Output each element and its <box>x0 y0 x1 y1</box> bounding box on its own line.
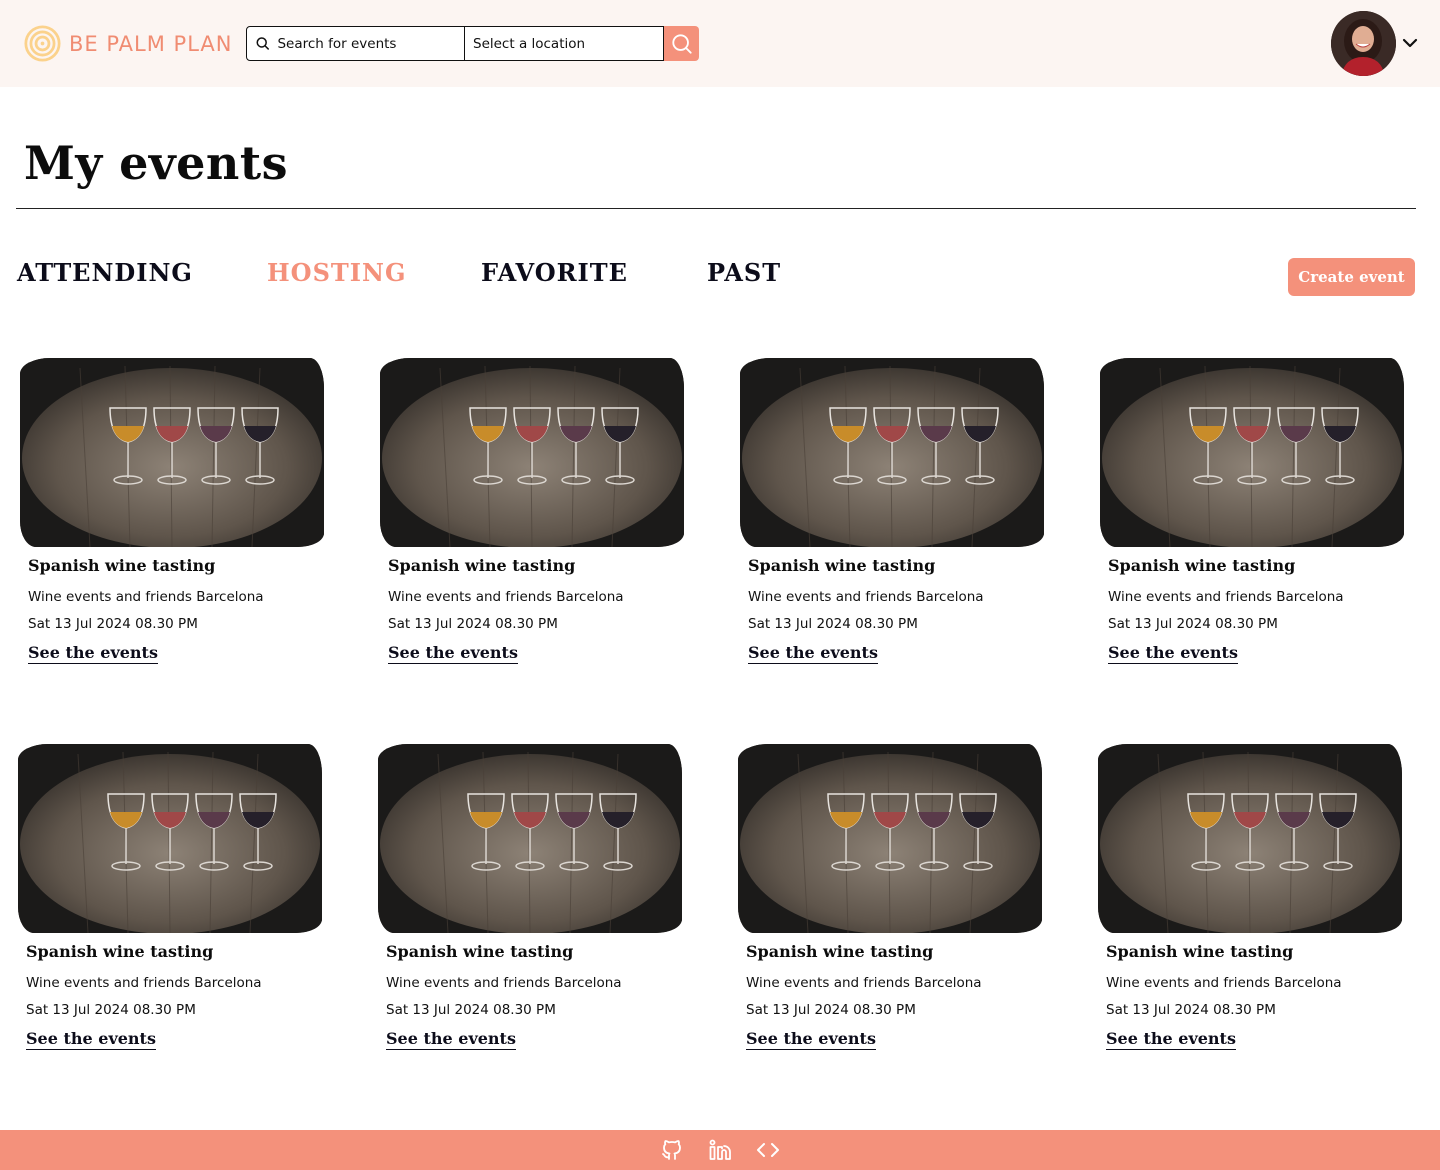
spiral-logo-icon <box>24 25 61 62</box>
event-title: Spanish wine tasting <box>388 556 576 575</box>
github-icon[interactable] <box>660 1138 684 1162</box>
event-card: Spanish wine tasting Wine events and fri… <box>20 358 330 664</box>
event-image[interactable] <box>740 358 1044 547</box>
wine-glasses-image <box>378 744 682 933</box>
wine-glasses-image <box>20 358 324 547</box>
tab-attending[interactable]: ATTENDING <box>17 258 193 287</box>
logo[interactable]: BE PALM PLAN <box>24 25 232 62</box>
event-title: Spanish wine tasting <box>748 556 936 575</box>
event-image[interactable] <box>1100 358 1404 547</box>
event-organizer: Wine events and friends Barcelona <box>1108 589 1344 605</box>
search-input[interactable] <box>277 35 464 52</box>
event-card: Spanish wine tasting Wine events and fri… <box>738 744 1048 1050</box>
search-icon <box>671 33 692 54</box>
wine-glasses-image <box>380 358 684 547</box>
event-date: Sat 13 Jul 2024 08.30 PM <box>386 1002 556 1018</box>
search-field <box>246 26 465 61</box>
wine-glasses-image <box>18 744 322 933</box>
code-icon[interactable] <box>756 1138 780 1162</box>
event-organizer: Wine events and friends Barcelona <box>1106 975 1342 991</box>
see-events-link[interactable]: See the events <box>386 1029 516 1050</box>
title-divider <box>16 208 1416 209</box>
event-title: Spanish wine tasting <box>386 942 574 961</box>
chevron-down-icon[interactable] <box>1400 33 1420 53</box>
see-events-link[interactable]: See the events <box>26 1029 156 1050</box>
search-icon <box>256 37 269 50</box>
event-date: Sat 13 Jul 2024 08.30 PM <box>1106 1002 1276 1018</box>
event-image[interactable] <box>18 744 322 933</box>
event-organizer: Wine events and friends Barcelona <box>26 975 262 991</box>
event-date: Sat 13 Jul 2024 08.30 PM <box>1108 616 1278 632</box>
search-button[interactable] <box>664 26 699 61</box>
tab-favorite[interactable]: FAVORITE <box>481 258 628 287</box>
see-events-link[interactable]: See the events <box>746 1029 876 1050</box>
linkedin-icon[interactable] <box>708 1138 732 1162</box>
see-events-link[interactable]: See the events <box>1106 1029 1236 1050</box>
event-title: Spanish wine tasting <box>1108 556 1296 575</box>
event-image[interactable] <box>378 744 682 933</box>
event-organizer: Wine events and friends Barcelona <box>388 589 624 605</box>
see-events-link[interactable]: See the events <box>1108 643 1238 664</box>
event-image[interactable] <box>380 358 684 547</box>
location-input[interactable] <box>473 35 663 52</box>
event-date: Sat 13 Jul 2024 08.30 PM <box>388 616 558 632</box>
search-bar <box>246 26 699 61</box>
see-events-link[interactable]: See the events <box>388 643 518 664</box>
event-title: Spanish wine tasting <box>28 556 216 575</box>
tab-hosting[interactable]: HOSTING <box>267 258 406 287</box>
wine-glasses-image <box>1100 358 1404 547</box>
event-card: Spanish wine tasting Wine events and fri… <box>380 358 690 664</box>
event-date: Sat 13 Jul 2024 08.30 PM <box>746 1002 916 1018</box>
user-avatar[interactable] <box>1331 11 1396 76</box>
see-events-link[interactable]: See the events <box>748 643 878 664</box>
see-events-link[interactable]: See the events <box>28 643 158 664</box>
page-title: My events <box>24 136 289 190</box>
event-card: Spanish wine tasting Wine events and fri… <box>1098 744 1408 1050</box>
event-organizer: Wine events and friends Barcelona <box>28 589 264 605</box>
event-card: Spanish wine tasting Wine events and fri… <box>1100 358 1410 664</box>
event-organizer: Wine events and friends Barcelona <box>386 975 622 991</box>
wine-glasses-image <box>738 744 1042 933</box>
event-card: Spanish wine tasting Wine events and fri… <box>18 744 328 1050</box>
event-image[interactable] <box>20 358 324 547</box>
event-date: Sat 13 Jul 2024 08.30 PM <box>28 616 198 632</box>
event-date: Sat 13 Jul 2024 08.30 PM <box>26 1002 196 1018</box>
wine-glasses-image <box>740 358 1044 547</box>
event-card: Spanish wine tasting Wine events and fri… <box>740 358 1050 664</box>
top-header: BE PALM PLAN <box>0 0 1440 87</box>
wine-glasses-image <box>1098 744 1402 933</box>
footer <box>0 1130 1440 1170</box>
create-event-button[interactable]: Create event <box>1288 258 1415 296</box>
tab-past[interactable]: PAST <box>707 258 781 287</box>
event-organizer: Wine events and friends Barcelona <box>746 975 982 991</box>
event-image[interactable] <box>1098 744 1402 933</box>
event-title: Spanish wine tasting <box>746 942 934 961</box>
event-image[interactable] <box>738 744 1042 933</box>
event-date: Sat 13 Jul 2024 08.30 PM <box>748 616 918 632</box>
event-title: Spanish wine tasting <box>26 942 214 961</box>
event-title: Spanish wine tasting <box>1106 942 1294 961</box>
event-card: Spanish wine tasting Wine events and fri… <box>378 744 688 1050</box>
avatar-image <box>1331 11 1396 76</box>
event-organizer: Wine events and friends Barcelona <box>748 589 984 605</box>
logo-text: BE PALM PLAN <box>69 31 233 56</box>
location-field <box>465 26 664 61</box>
